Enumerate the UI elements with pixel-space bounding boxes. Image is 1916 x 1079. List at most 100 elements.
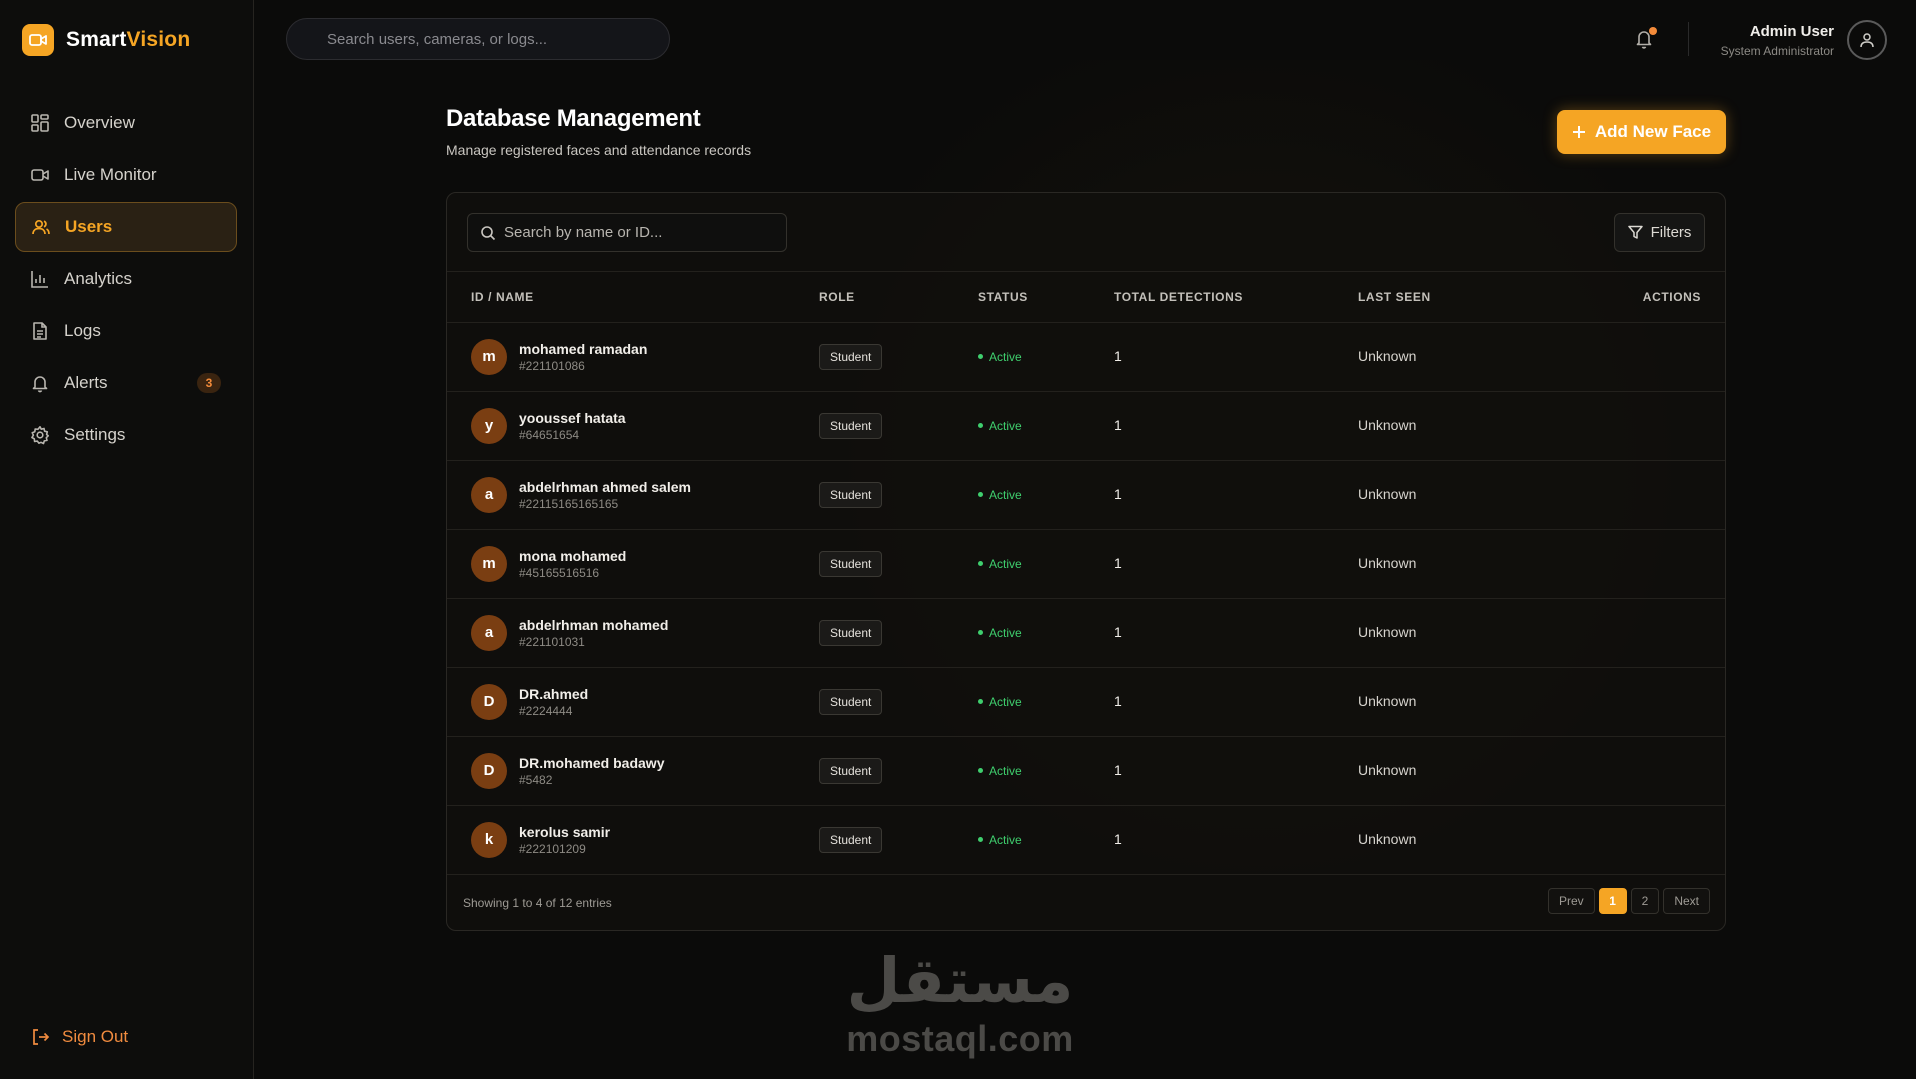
sidebar-item-live-monitor[interactable]: Live Monitor xyxy=(15,150,237,200)
user-name: yooussef hatata xyxy=(519,409,626,426)
detections-cell: 1 xyxy=(1114,736,1358,806)
watermark: مستقل mostaql.com xyxy=(840,950,1080,1060)
detections-count: 1 xyxy=(1114,761,1122,778)
table-toolbar: Filters xyxy=(447,193,1725,272)
sidebar-item-alerts[interactable]: Alerts 3 xyxy=(15,358,237,408)
status-dot xyxy=(978,837,983,842)
page-button-1[interactable]: 1 xyxy=(1598,888,1627,914)
global-search-input[interactable] xyxy=(327,30,647,48)
status-dot xyxy=(978,699,983,704)
last-seen-cell: Unknown xyxy=(1358,391,1618,461)
table-row[interactable]: a abdelrhman mohamed #221101031 Student … xyxy=(447,598,1725,668)
table-search-input[interactable] xyxy=(504,224,774,241)
user-id: #221101031 xyxy=(519,634,585,649)
status-badge: Active xyxy=(989,418,1022,433)
role-cell: Student xyxy=(819,322,978,392)
last-seen-value: Unknown xyxy=(1358,485,1417,502)
table-row[interactable]: y yooussef hatata #64651654 Student Acti… xyxy=(447,391,1725,461)
avatar: D xyxy=(471,752,507,789)
gear-icon xyxy=(31,426,49,445)
user-id: #64651654 xyxy=(519,427,580,442)
watermark-latin: mostaql.com xyxy=(846,1018,1074,1059)
last-seen-value: Unknown xyxy=(1358,692,1417,709)
page-subtitle: Manage registered faces and attendance r… xyxy=(446,142,752,158)
role-badge: Student xyxy=(819,481,883,508)
actions-cell xyxy=(1618,460,1725,530)
avatar[interactable] xyxy=(1847,20,1887,60)
user-info[interactable]: Admin User System Administrator xyxy=(1721,23,1834,58)
user-id: #222101209 xyxy=(519,841,586,856)
actions-cell xyxy=(1618,529,1725,599)
actions-cell xyxy=(1618,667,1725,737)
table-row[interactable]: m mohamed ramadan #221101086 Student Act… xyxy=(447,322,1725,392)
bar-chart-icon xyxy=(31,271,48,288)
detections-count: 1 xyxy=(1114,485,1122,502)
avatar: D xyxy=(471,683,507,720)
detections-cell: 1 xyxy=(1114,805,1358,875)
actions-cell xyxy=(1618,322,1725,392)
last-seen-value: Unknown xyxy=(1358,347,1417,364)
filters-button[interactable]: Filters xyxy=(1614,213,1705,252)
sidebar-item-analytics[interactable]: Analytics xyxy=(15,254,237,304)
status-badge: Active xyxy=(989,694,1022,709)
sidebar-item-label: Settings xyxy=(64,425,126,444)
table-row[interactable]: D DR.ahmed #2224444 Student Active 1 Unk… xyxy=(447,667,1725,737)
users-table-card: Filters ID / NAME ROLE STATUS TOTAL DETE… xyxy=(446,192,1726,931)
avatar: m xyxy=(471,338,507,375)
sidebar-item-label: Overview xyxy=(64,113,135,132)
sidebar-item-overview[interactable]: Overview xyxy=(15,98,237,148)
users-icon xyxy=(32,219,50,235)
detections-count: 1 xyxy=(1114,554,1122,571)
status-dot xyxy=(978,630,983,635)
avatar: a xyxy=(471,614,507,651)
sidebar-item-label: Alerts xyxy=(64,373,108,392)
role-badge: Student xyxy=(819,412,883,439)
status-dot xyxy=(978,423,983,428)
sign-out-button[interactable]: Sign Out xyxy=(30,1027,128,1047)
notification-dot xyxy=(1649,27,1657,35)
user-name: mohamed ramadan xyxy=(519,340,648,357)
actions-cell xyxy=(1618,736,1725,806)
sidebar-item-settings[interactable]: Settings xyxy=(15,410,237,460)
user-name: DR.ahmed xyxy=(519,685,589,702)
status-cell: Active xyxy=(978,529,1114,599)
status-cell: Active xyxy=(978,598,1114,668)
status-cell: Active xyxy=(978,322,1114,392)
column-header-role[interactable]: ROLE xyxy=(819,272,978,323)
table-search[interactable] xyxy=(467,213,787,252)
brand[interactable]: SmartVision xyxy=(22,24,190,56)
detections-cell: 1 xyxy=(1114,529,1358,599)
sidebar-item-logs[interactable]: Logs xyxy=(15,306,237,356)
page-button-2[interactable]: 2 xyxy=(1630,888,1660,914)
sidebar-item-label: Analytics xyxy=(64,269,133,288)
user-name: kerolus samir xyxy=(519,823,611,840)
next-page-button[interactable]: Next xyxy=(1663,888,1710,914)
table-row[interactable]: m mona mohamed #45165516516 Student Acti… xyxy=(447,529,1725,599)
header-divider xyxy=(1688,22,1689,56)
column-header-last-seen[interactable]: LAST SEEN xyxy=(1358,272,1618,323)
user-role: System Administrator xyxy=(1720,44,1834,58)
brand-name: SmartVision xyxy=(66,28,191,51)
sidebar-nav: Overview Live Monitor Users Analytics Lo… xyxy=(15,98,237,462)
user-id: #221101086 xyxy=(519,358,585,373)
grid-icon xyxy=(31,114,49,132)
detections-count: 1 xyxy=(1114,692,1122,709)
table-row[interactable]: a abdelrhman ahmed salem #22115165165165… xyxy=(447,460,1725,530)
column-header-status[interactable]: STATUS xyxy=(978,272,1114,323)
status-cell: Active xyxy=(978,460,1114,530)
add-new-face-button[interactable]: Add New Face xyxy=(1557,110,1726,154)
table-row[interactable]: k kerolus samir #222101209 Student Activ… xyxy=(447,805,1725,875)
last-seen-value: Unknown xyxy=(1358,623,1417,640)
column-header-name[interactable]: ID / NAME xyxy=(447,272,819,323)
user-id: #2224444 xyxy=(519,703,573,718)
users-table: ID / NAME ROLE STATUS TOTAL DETECTIONS L… xyxy=(447,272,1725,875)
sidebar-item-users[interactable]: Users xyxy=(15,202,237,252)
name-cell: a abdelrhman mohamed #221101031 xyxy=(447,598,819,668)
sign-out-icon xyxy=(33,1029,50,1045)
table-row[interactable]: D DR.mohamed badawy #5482 Student Active… xyxy=(447,736,1725,806)
status-badge: Active xyxy=(989,349,1022,364)
global-search[interactable] xyxy=(286,18,670,60)
column-header-detections[interactable]: TOTAL DETECTIONS xyxy=(1114,272,1358,323)
user-name: abdelrhman ahmed salem xyxy=(519,478,691,495)
prev-page-button[interactable]: Prev xyxy=(1547,888,1595,914)
